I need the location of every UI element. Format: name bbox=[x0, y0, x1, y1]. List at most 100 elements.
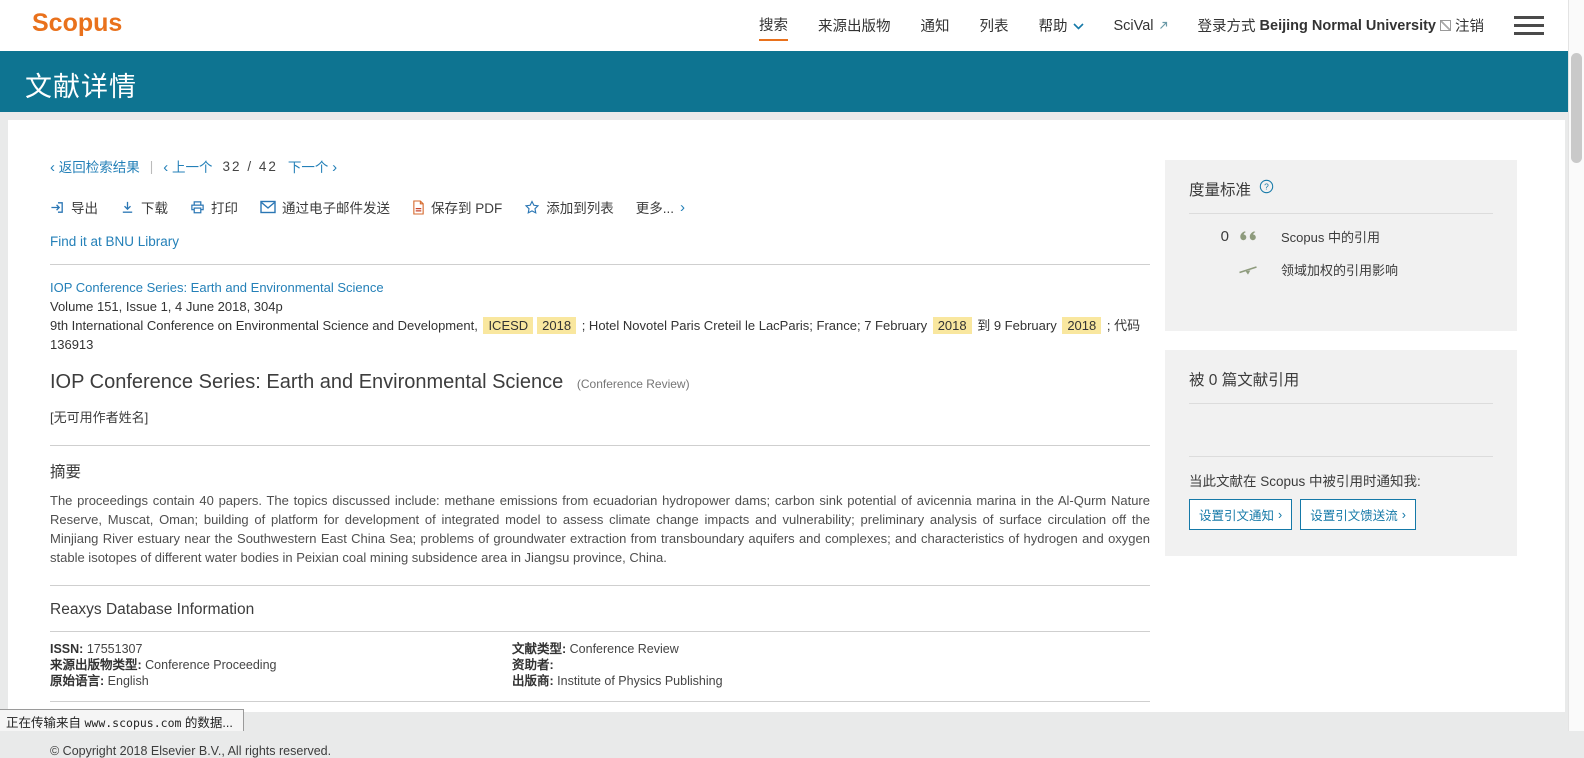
save-to-pdf-button[interactable]: 保存到 PDF bbox=[412, 197, 502, 217]
login-institution[interactable]: 登录方式 Beijing Normal University 注销 bbox=[1198, 15, 1484, 36]
more-label: 更多... bbox=[636, 197, 674, 217]
browser-status-popup: 正在传输来自 www.scopus.com 的数据... bbox=[0, 709, 244, 731]
nav-item-scival-label: SciVal bbox=[1114, 18, 1154, 34]
quotation-marks-icon bbox=[1237, 229, 1281, 244]
external-link-icon bbox=[1159, 18, 1168, 34]
citation-count: 0 bbox=[1189, 228, 1237, 245]
nav-item-search[interactable]: 搜索 bbox=[759, 10, 788, 41]
metrics-heading: 度量标准 bbox=[1189, 178, 1251, 200]
help-icon[interactable]: ? bbox=[1259, 179, 1274, 199]
nav-item-search-label: 搜索 bbox=[759, 14, 788, 35]
pdf-file-icon bbox=[412, 200, 425, 215]
document-title-row: IOP Conference Series: Earth and Environ… bbox=[50, 371, 1150, 394]
divider bbox=[50, 701, 1150, 702]
set-citation-feed-button[interactable]: 设置引文馈送流 › bbox=[1300, 499, 1416, 530]
next-record-label: 下一个 bbox=[288, 160, 329, 175]
email-label: 通过电子邮件发送 bbox=[282, 197, 390, 217]
detail-label: 资助者: bbox=[512, 658, 554, 672]
top-nav-menu: 搜索 来源出版物 通知 列表 帮助 SciVal 登录方式 Beijing No… bbox=[759, 0, 1544, 51]
chevron-right-icon: › bbox=[1402, 508, 1406, 522]
cited-by-heading: 被 0 篇文献引用 bbox=[1189, 368, 1299, 390]
detail-row-source-type: 来源出版物类型: Conference Proceeding bbox=[50, 657, 512, 673]
main-content: ‹ 返回检索结果 | ‹ 上一个 32 / 42 下一个 › 导出 bbox=[50, 156, 1150, 758]
download-button[interactable]: 下载 bbox=[120, 197, 168, 217]
set-citation-feed-label: 设置引文馈送流 bbox=[1310, 505, 1398, 524]
nav-item-sources[interactable]: 来源出版物 bbox=[818, 11, 891, 40]
nav-item-alerts[interactable]: 通知 bbox=[921, 11, 950, 40]
status-text: 的数据... bbox=[181, 716, 232, 730]
abstract-heading: 摘要 bbox=[50, 460, 1150, 482]
nav-item-help[interactable]: 帮助 bbox=[1039, 11, 1084, 40]
export-icon bbox=[50, 200, 65, 215]
nav-item-lists-label: 列表 bbox=[980, 15, 1009, 36]
print-button[interactable]: 打印 bbox=[190, 197, 238, 217]
record-position: 32 / 42 bbox=[223, 159, 278, 174]
reaxys-heading: Reaxys Database Information bbox=[50, 601, 1150, 619]
nav-item-lists[interactable]: 列表 bbox=[980, 11, 1009, 40]
abstract-text: The proceedings contain 40 papers. The t… bbox=[50, 491, 1150, 567]
conference-line: 9th International Conference on Environm… bbox=[50, 316, 1150, 354]
conference-text: 9th International Conference on Environm… bbox=[50, 318, 481, 333]
cited-by-panel: 被 0 篇文献引用 当此文献在 Scopus 中被引用时通知我: 设置引文通知 … bbox=[1165, 350, 1517, 556]
nav-item-help-label: 帮助 bbox=[1039, 15, 1068, 36]
svg-text:?: ? bbox=[1264, 182, 1269, 192]
details-left-column: ISSN: 17551307 来源出版物类型: Conference Proce… bbox=[50, 641, 512, 689]
nav-item-alerts-label: 通知 bbox=[921, 15, 950, 36]
seesaw-balance-icon bbox=[1237, 263, 1281, 277]
nav-item-scival[interactable]: SciVal bbox=[1114, 14, 1168, 38]
fwci-metric-row: 领域加权的引用影响 bbox=[1189, 260, 1493, 279]
add-to-list-button[interactable]: 添加到列表 bbox=[524, 197, 614, 217]
email-icon bbox=[260, 200, 276, 214]
institution-logo-broken-image-icon bbox=[1440, 20, 1451, 31]
chevron-right-icon: › bbox=[680, 199, 685, 216]
highlighted-term: 2018 bbox=[933, 317, 972, 334]
detail-value: 17551307 bbox=[87, 642, 143, 656]
export-label: 导出 bbox=[71, 197, 98, 217]
export-button[interactable]: 导出 bbox=[50, 197, 98, 217]
back-to-results-label: 返回检索结果 bbox=[59, 160, 140, 175]
source-title-link[interactable]: IOP Conference Series: Earth and Environ… bbox=[50, 280, 384, 295]
save-to-pdf-label: 保存到 PDF bbox=[431, 197, 502, 217]
more-button[interactable]: 更多... › bbox=[636, 197, 685, 217]
detail-label: 来源出版物类型: bbox=[50, 658, 142, 672]
status-url: www.scopus.com bbox=[84, 716, 181, 730]
nav-item-sources-label: 来源出版物 bbox=[818, 15, 891, 36]
chevron-right-icon: › bbox=[1278, 508, 1282, 522]
back-to-results-link[interactable]: ‹ 返回检索结果 bbox=[50, 156, 140, 176]
metrics-panel: 度量标准 ? 0 Scopus 中的引用 领域加权的引用影响 bbox=[1165, 160, 1517, 331]
logout-link[interactable]: 注销 bbox=[1455, 15, 1484, 36]
scrollbar-thumb[interactable] bbox=[1571, 53, 1582, 163]
chevron-down-icon bbox=[1073, 18, 1084, 34]
find-it-at-library-link[interactable]: Find it at BNU Library bbox=[50, 234, 179, 249]
document-details-fields: ISSN: 17551307 来源出版物类型: Conference Proce… bbox=[50, 632, 1150, 701]
print-label: 打印 bbox=[211, 197, 238, 217]
detail-value: Conference Review bbox=[570, 642, 679, 656]
citation-metric-label: Scopus 中的引用 bbox=[1281, 227, 1380, 246]
set-citation-alert-button[interactable]: 设置引文通知 › bbox=[1189, 499, 1292, 530]
vertical-scrollbar[interactable] bbox=[1568, 0, 1584, 731]
hamburger-menu-icon[interactable] bbox=[1514, 11, 1544, 40]
divider bbox=[50, 445, 1150, 446]
highlighted-term: 2018 bbox=[537, 317, 576, 334]
next-record-link[interactable]: 下一个 › bbox=[288, 156, 337, 176]
nav-separator: | bbox=[150, 159, 154, 174]
download-icon bbox=[120, 200, 135, 215]
detail-row-publisher: 出版商: Institute of Physics Publishing bbox=[512, 673, 974, 689]
detail-row-document-type: 文献类型: Conference Review bbox=[512, 641, 974, 657]
detail-value: Conference Proceeding bbox=[145, 658, 276, 672]
download-label: 下载 bbox=[141, 197, 168, 217]
detail-value: Institute of Physics Publishing bbox=[557, 674, 722, 688]
detail-label: 出版商: bbox=[512, 674, 554, 688]
previous-record-link[interactable]: ‹ 上一个 bbox=[163, 156, 212, 176]
scopus-logo[interactable]: Scopus bbox=[32, 9, 122, 38]
chevron-left-icon: ‹ bbox=[163, 159, 168, 176]
detail-label: 原始语言: bbox=[50, 674, 104, 688]
volume-issue-line: Volume 151, Issue 1, 4 June 2018, 304p bbox=[50, 297, 1150, 316]
document-title: IOP Conference Series: Earth and Environ… bbox=[50, 371, 563, 393]
document-toolbar: 导出 下载 打印 通过电子邮件发送 bbox=[50, 197, 1150, 217]
email-button[interactable]: 通过电子邮件发送 bbox=[260, 197, 390, 217]
fwci-metric-label: 领域加权的引用影响 bbox=[1281, 260, 1398, 279]
set-citation-alert-label: 设置引文通知 bbox=[1199, 505, 1274, 524]
conference-text: ; Hotel Novotel Paris Creteil le LacPari… bbox=[578, 318, 931, 333]
detail-row-original-language: 原始语言: English bbox=[50, 673, 512, 689]
